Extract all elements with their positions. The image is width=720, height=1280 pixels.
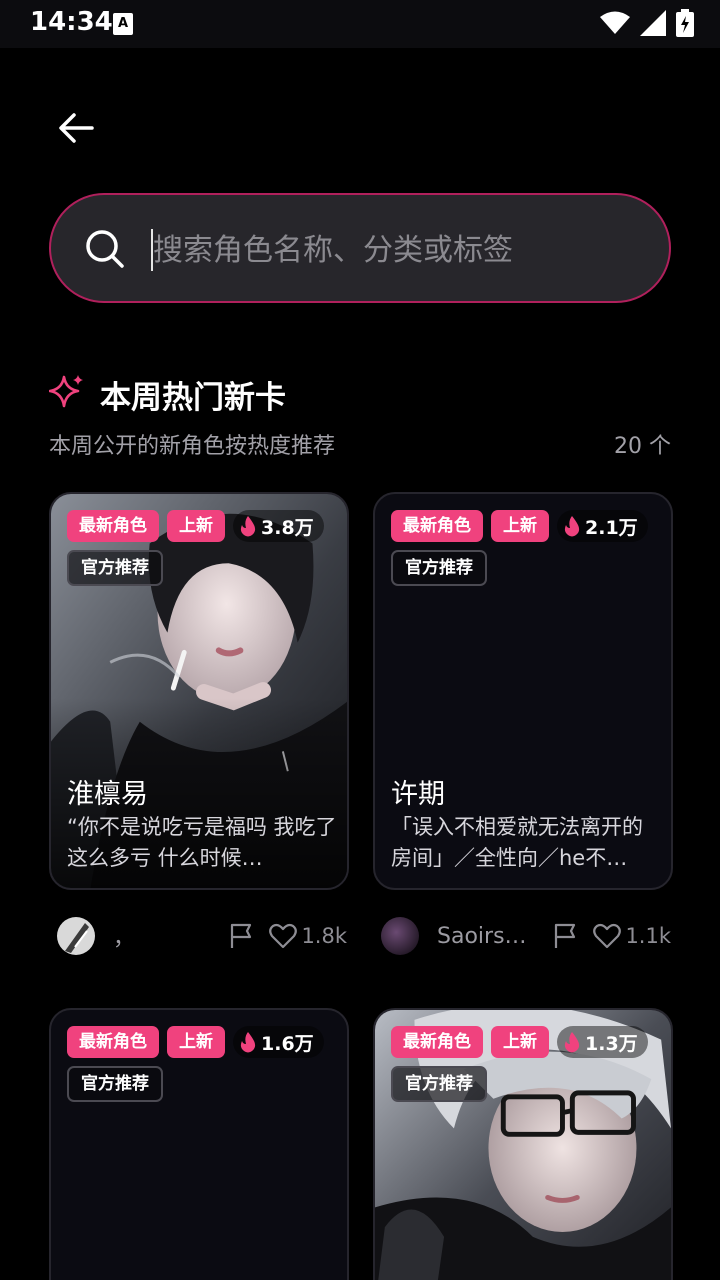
flame-icon [564,1032,580,1053]
status-time: 14:34 [30,7,113,37]
badge-row: 最新角色 上新 1.6万 [67,1026,324,1058]
like-button[interactable]: 1.1k [593,923,671,949]
avatar-image [381,917,419,955]
search-input[interactable] [153,215,633,285]
character-card[interactable]: 最新角色 上新 1.6万 官方推荐 [49,1008,349,1280]
heat-value: 1.3万 [585,1032,638,1055]
card-meta-row: Saoirs… 1.1k [381,909,671,963]
status-bar: 14:34 A [0,0,720,48]
heat-value: 3.8万 [261,516,314,539]
like-count: 1.8k [301,924,347,948]
heart-icon [269,923,298,949]
card-description: “你不是说吃亏是福吗 我吃了这么多亏 什么时候… [67,815,337,870]
card-name: 许期 [391,779,445,810]
flag-icon[interactable] [553,922,579,950]
badge-official: 官方推荐 [391,1066,487,1102]
search-bar[interactable] [49,193,671,303]
badge-newest: 最新角色 [67,1026,159,1058]
badge-newest: 最新角色 [391,1026,483,1058]
battery-icon [676,9,694,37]
flag-icon[interactable] [229,922,255,950]
badge-row: 最新角色 上新 2.1万 [391,510,648,542]
heart-icon [593,923,622,949]
badge-row: 最新角色 上新 3.8万 [67,510,324,542]
card-name: 淮檩易 [67,779,148,810]
section-subtitle: 本周公开的新角色按热度推荐 [49,434,336,459]
badge-new: 上新 [491,1026,549,1058]
like-button[interactable]: 1.8k [269,923,347,949]
flame-icon [564,516,580,537]
signal-icon [640,10,666,36]
badge-newest: 最新角色 [67,510,159,542]
badge-official: 官方推荐 [391,550,487,586]
badge-official: 官方推荐 [67,1066,163,1102]
author-name[interactable]: Saoirs… [437,924,527,949]
status-icons [600,9,694,37]
heat-count: 1.3万 [557,1026,648,1058]
character-card[interactable]: 最新角色 上新 1.3万 官方推荐 [373,1008,673,1280]
flame-icon [240,1032,256,1053]
badge-new: 上新 [167,510,225,542]
heat-count: 2.1万 [557,510,648,542]
search-icon [86,230,124,268]
section-title: 本周热门新卡 [100,380,286,416]
keyboard-icon: A [113,13,133,35]
badge-row: 最新角色 上新 1.3万 [391,1026,648,1058]
character-card[interactable]: 最新角色 上新 2.1万 官方推荐 许期 「误入不相爱就无法离开的房间」／全性向… [373,492,673,890]
arrow-left-icon [59,113,94,143]
card-meta-row: ， 1.8k [57,909,347,963]
badge-new: 上新 [491,510,549,542]
like-count: 1.1k [625,924,671,948]
heat-count: 3.8万 [233,510,324,542]
heat-value: 1.6万 [261,1032,314,1055]
avatar-image [57,917,95,955]
heat-value: 2.1万 [585,516,638,539]
section-count: 20 个 [614,434,671,459]
badge-newest: 最新角色 [391,510,483,542]
flame-icon [240,516,256,537]
sparkle-icon [49,375,83,408]
author-avatar[interactable] [381,917,419,955]
badge-official: 官方推荐 [67,550,163,586]
heat-count: 1.6万 [233,1026,324,1058]
card-description: 「误入不相爱就无法离开的房间」／全性向／he不… [391,815,643,870]
character-card[interactable]: 最新角色 上新 3.8万 官方推荐 淮檩易 “你不是说吃亏是福吗 我吃了这么多亏… [49,492,349,890]
badge-new: 上新 [167,1026,225,1058]
author-name[interactable]: ， [113,920,203,952]
back-button[interactable] [50,104,102,152]
author-avatar[interactable] [57,917,95,955]
wifi-icon [600,11,630,34]
